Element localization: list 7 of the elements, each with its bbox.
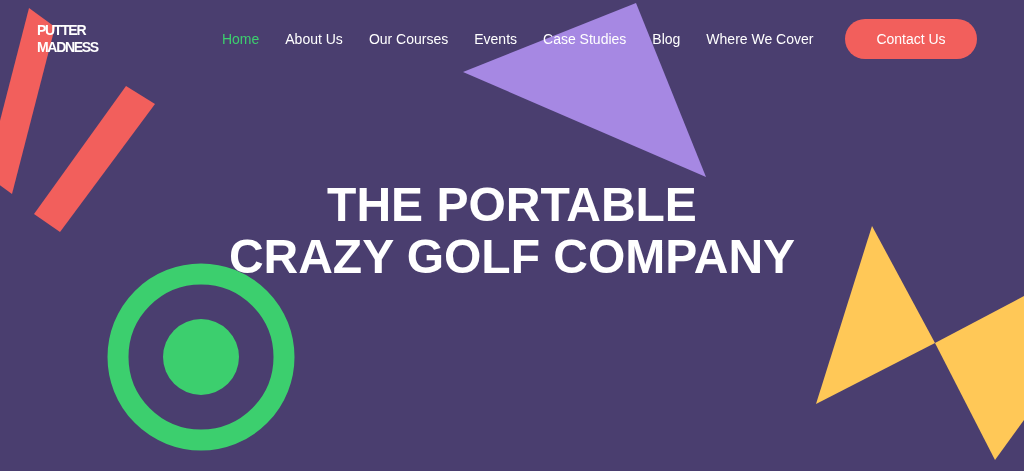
hero-heading: THE PORTABLE CRAZY GOLF COMPANY [227,179,797,283]
nav-link[interactable]: Events [474,31,518,47]
nav-link[interactable]: Our Courses [368,31,449,47]
nav-link[interactable]: Home [221,31,260,47]
nav-link[interactable]: About Us [285,31,343,47]
nav-link[interactable]: Where We Cover [706,31,814,47]
nav-link[interactable]: Blog [652,31,681,47]
